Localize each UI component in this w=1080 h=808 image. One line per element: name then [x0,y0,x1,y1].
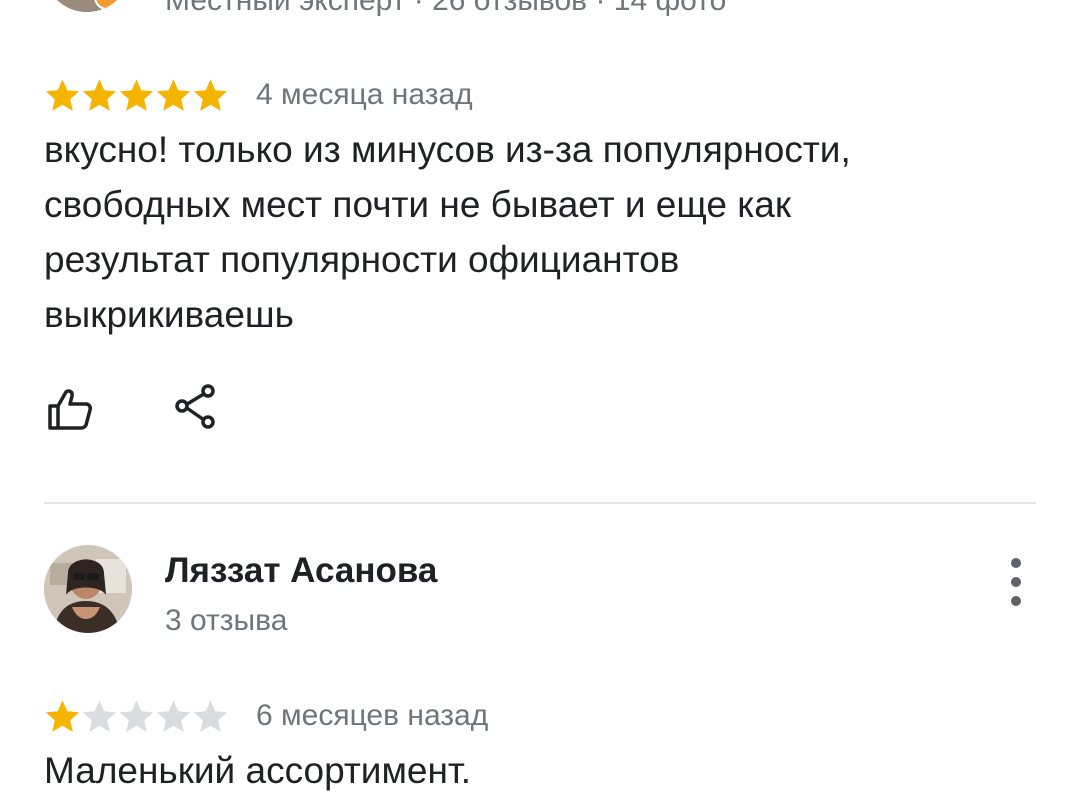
star-empty-icon [119,699,154,732]
reviewer-avatar[interactable] [44,545,132,633]
more-options-button[interactable] [998,558,1034,606]
review-text: вкусно! только из минусов из-за популярн… [44,129,851,335]
reviewer-meta: 3 отзыва [165,604,288,637]
review-text: Маленький ассортимент. [44,750,472,791]
star-filled-icon [82,78,117,111]
review-date: 4 месяца назад [256,78,473,111]
reviews-page: Местный эксперт · 26 отзывов · 14 фото 4… [0,0,1080,808]
star-rating [44,73,229,117]
star-empty-icon [82,699,117,732]
more-vertical-icon [1011,558,1021,568]
avatar-photo [44,545,132,633]
star-rating [44,694,229,738]
star-empty-icon [193,699,228,732]
review-divider [44,502,1036,504]
star-filled-icon [156,78,191,111]
star-filled-icon [193,78,228,111]
star-filled-icon [45,78,80,111]
reviewer-avatar[interactable] [44,0,130,12]
thumb-up-icon[interactable] [46,388,94,432]
review-date: 6 месяцев назад [256,699,489,732]
star-filled-icon [119,78,154,111]
star-filled-icon [45,699,80,732]
star-empty-icon [156,699,191,732]
share-icon[interactable] [174,384,218,430]
reviewer-name[interactable]: Ляззат Асанова [165,551,437,591]
reviewer-meta: Местный эксперт · 26 отзывов · 14 фото [165,0,727,17]
